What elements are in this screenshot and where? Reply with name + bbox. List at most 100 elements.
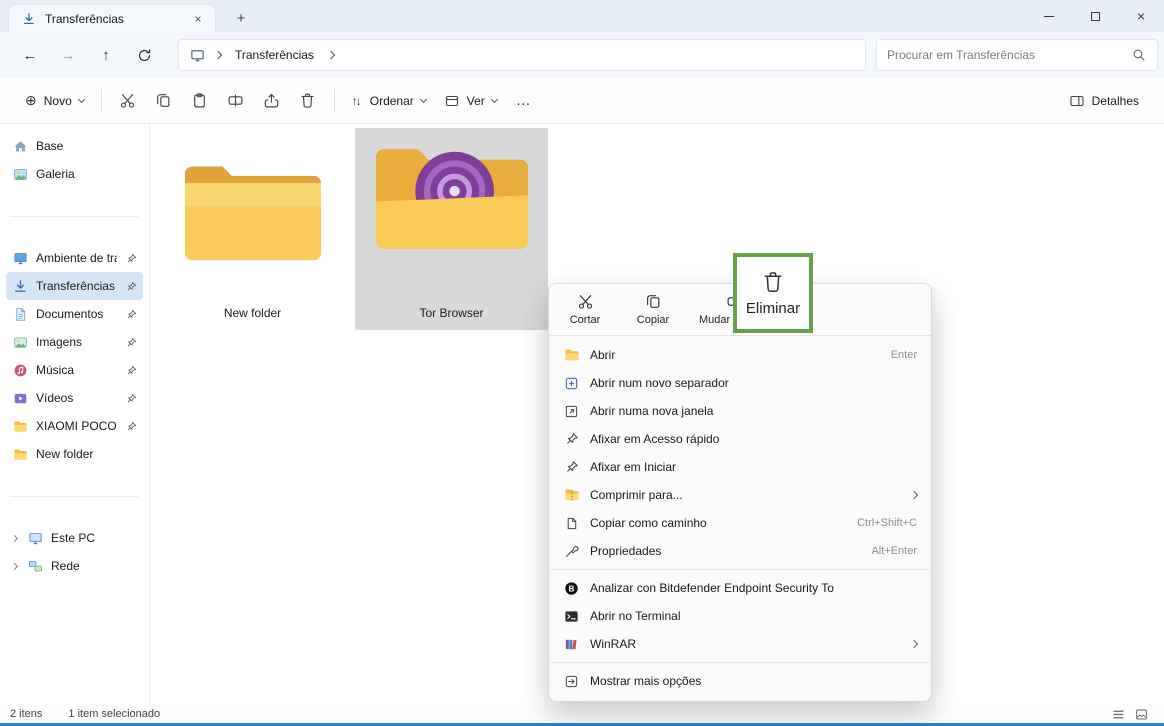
details-button-label: Detalhes bbox=[1092, 94, 1139, 108]
selection-count: 1 item selecionado bbox=[68, 708, 160, 720]
close-button[interactable]: × bbox=[1118, 0, 1164, 32]
search-icon bbox=[1131, 47, 1147, 63]
command-toolbar: ⊕ Novo ↑↓ Ordenar Ver bbox=[0, 78, 1164, 124]
sidebar-item-rede[interactable]: Rede bbox=[6, 552, 143, 580]
minimize-icon bbox=[1044, 16, 1054, 17]
search-input[interactable] bbox=[887, 48, 1131, 62]
menu-divider bbox=[551, 569, 929, 570]
chevron-down-icon bbox=[78, 95, 85, 102]
refresh-button[interactable] bbox=[128, 39, 160, 71]
sidebar-item-xiaomi[interactable]: XIAOMI POCO F bbox=[6, 412, 143, 440]
address-bar[interactable]: Transferências bbox=[178, 39, 866, 71]
trash-icon bbox=[299, 92, 316, 109]
pin-icon bbox=[125, 252, 137, 264]
downloads-icon bbox=[12, 278, 28, 294]
menu-item-abrir-terminal[interactable]: Abrir no Terminal bbox=[549, 602, 931, 630]
breadcrumb-item[interactable]: Transferências bbox=[231, 46, 318, 64]
desktop-icon bbox=[12, 250, 28, 266]
svg-text:B: B bbox=[569, 584, 575, 593]
thumbnail-view-toggle-icon[interactable] bbox=[1135, 708, 1148, 721]
sidebar-item-label: Ambiente de tra bbox=[36, 251, 117, 265]
sidebar-item-videos[interactable]: Vídeos bbox=[6, 384, 143, 412]
cut-quick-action[interactable]: Cortar bbox=[563, 293, 607, 326]
titlebar: Transferências × + × bbox=[0, 0, 1164, 32]
sidebar-item-documentos[interactable]: Documentos bbox=[6, 300, 143, 328]
copy-quick-action[interactable]: Copiar bbox=[631, 293, 675, 326]
menu-item-label: Abrir bbox=[590, 348, 615, 362]
menu-item-abrir-novo-separador[interactable]: Abrir num novo separador bbox=[549, 369, 931, 397]
menu-item-label: Afixar em Acesso rápido bbox=[590, 432, 719, 446]
folder-icon bbox=[563, 347, 580, 364]
file-list-area[interactable]: New folder Tor Browser Cortar bbox=[150, 124, 1164, 705]
menu-item-bitdefender-scan[interactable]: B Analizar con Bitdefender Endpoint Secu… bbox=[549, 574, 931, 602]
pin-icon bbox=[563, 431, 580, 448]
expand-chevron-icon[interactable] bbox=[11, 562, 18, 569]
menu-item-abrir[interactable]: Abrir Enter bbox=[549, 341, 931, 369]
minimize-button[interactable] bbox=[1026, 0, 1072, 32]
tab-close-button[interactable]: × bbox=[189, 10, 207, 28]
up-button[interactable]: ↑ bbox=[90, 39, 122, 71]
menu-item-shortcut: Ctrl+Shift+C bbox=[857, 517, 917, 529]
sidebar-item-new-folder[interactable]: New folder bbox=[6, 440, 143, 468]
menu-item-afixar-acesso-rapido[interactable]: Afixar em Acesso rápido bbox=[549, 425, 931, 453]
paste-button[interactable] bbox=[182, 84, 218, 118]
rename-button[interactable] bbox=[218, 84, 254, 118]
view-button[interactable]: Ver bbox=[435, 84, 506, 118]
new-window-icon bbox=[563, 403, 580, 420]
videos-icon bbox=[12, 390, 28, 406]
folder-tile-new-folder[interactable]: New folder bbox=[170, 128, 335, 330]
file-name: New folder bbox=[224, 306, 281, 320]
sidebar-item-label: Documentos bbox=[36, 307, 117, 321]
sidebar-item-este-pc[interactable]: Este PC bbox=[6, 524, 143, 552]
terminal-icon bbox=[563, 608, 580, 625]
sidebar-item-label: Galeria bbox=[36, 167, 137, 181]
share-icon bbox=[263, 92, 280, 109]
tab-title: Transferências bbox=[45, 12, 181, 26]
menu-item-abrir-nova-janela[interactable]: Abrir numa nova janela bbox=[549, 397, 931, 425]
menu-item-label: Comprimir para... bbox=[590, 488, 683, 502]
breadcrumb-chevron-icon bbox=[327, 51, 335, 59]
sort-button[interactable]: ↑↓ Ordenar bbox=[343, 84, 435, 118]
this-pc-icon bbox=[189, 47, 205, 63]
sidebar-item-label: Vídeos bbox=[36, 391, 117, 405]
search-box[interactable] bbox=[876, 39, 1158, 71]
new-tab-icon bbox=[563, 375, 580, 392]
menu-item-afixar-iniciar[interactable]: Afixar em Iniciar bbox=[549, 453, 931, 481]
menu-item-label: WinRAR bbox=[590, 637, 636, 651]
expand-chevron-icon[interactable] bbox=[11, 534, 18, 541]
sidebar-item-transferencias[interactable]: Transferências bbox=[6, 272, 143, 300]
music-icon bbox=[12, 362, 28, 378]
folder-icon bbox=[12, 446, 28, 462]
menu-item-winrar[interactable]: WinRAR bbox=[549, 630, 931, 658]
details-pane-icon bbox=[1069, 93, 1085, 109]
share-button[interactable] bbox=[254, 84, 290, 118]
sidebar-item-imagens[interactable]: Imagens bbox=[6, 328, 143, 356]
details-view-toggle-icon[interactable] bbox=[1112, 708, 1125, 721]
menu-item-shortcut: Alt+Enter bbox=[871, 545, 917, 557]
details-pane-button[interactable]: Detalhes bbox=[1060, 84, 1148, 118]
chevron-down-icon bbox=[420, 95, 427, 102]
menu-item-copiar-como-caminho[interactable]: Copiar como caminho Ctrl+Shift+C bbox=[549, 509, 931, 537]
sidebar-item-galeria[interactable]: Galeria bbox=[6, 160, 143, 188]
sidebar-item-base[interactable]: Base bbox=[6, 132, 143, 160]
menu-item-comprimir-para[interactable]: Comprimir para... bbox=[549, 481, 931, 509]
gallery-icon bbox=[12, 166, 28, 182]
paste-icon bbox=[191, 92, 208, 109]
copy-button[interactable] bbox=[146, 84, 182, 118]
annotation-highlight-eliminar[interactable]: Eliminar bbox=[733, 253, 813, 333]
new-tab-button[interactable]: + bbox=[228, 6, 254, 30]
explorer-tab[interactable]: Transferências × bbox=[8, 4, 216, 32]
sidebar-item-desktop[interactable]: Ambiente de tra bbox=[6, 244, 143, 272]
menu-item-mostrar-mais-opcoes[interactable]: Mostrar mais opções bbox=[549, 667, 931, 695]
forward-button[interactable]: → bbox=[52, 39, 84, 71]
cut-button[interactable] bbox=[110, 84, 146, 118]
sidebar-item-label: Música bbox=[36, 363, 117, 377]
folder-tile-tor-browser[interactable]: Tor Browser bbox=[355, 128, 548, 330]
delete-button[interactable] bbox=[290, 84, 326, 118]
new-button[interactable]: ⊕ Novo bbox=[16, 84, 93, 118]
maximize-button[interactable] bbox=[1072, 0, 1118, 32]
back-button[interactable]: ← bbox=[14, 39, 46, 71]
sidebar-item-musica[interactable]: Música bbox=[6, 356, 143, 384]
more-options-button[interactable]: … bbox=[506, 84, 542, 118]
menu-item-propriedades[interactable]: Propriedades Alt+Enter bbox=[549, 537, 931, 565]
